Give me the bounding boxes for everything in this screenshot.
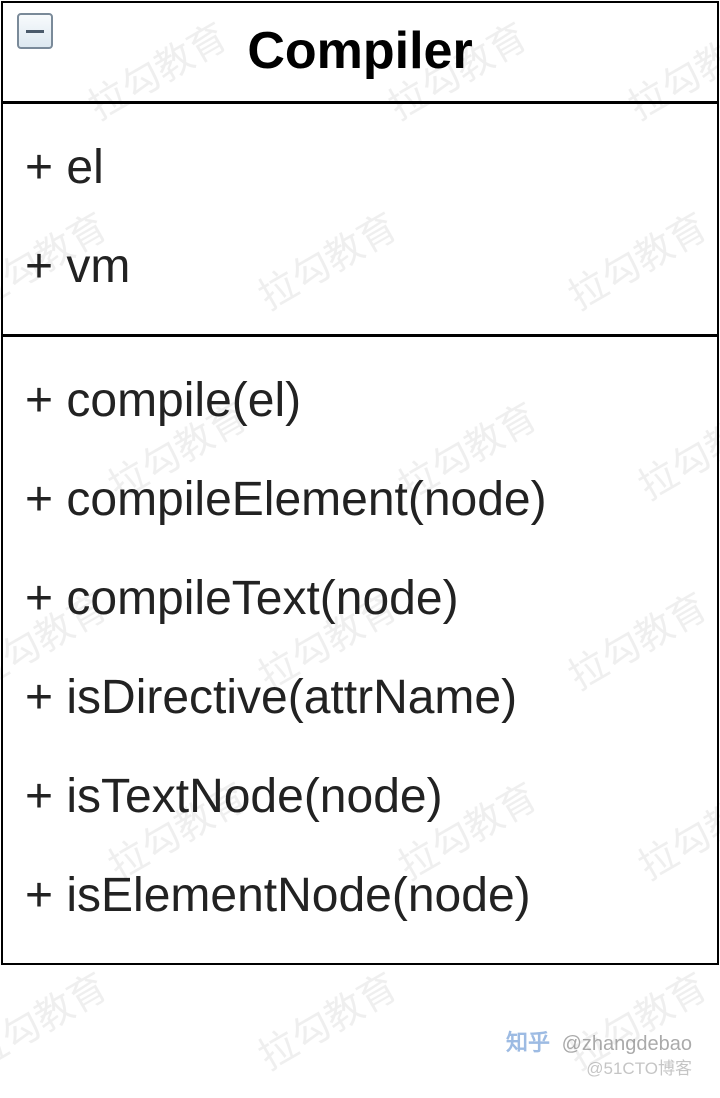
method-item: + isDirective(attrName) [25,648,695,747]
collapse-icon[interactable] [17,13,53,49]
minus-icon [26,30,44,33]
class-name: Compiler [3,21,717,81]
method-item: + compileElement(node) [25,450,695,549]
uml-class-box: Compiler + el + vm + compile(el) + compi… [1,1,719,965]
methods-section: + compile(el) + compileElement(node) + c… [3,337,717,963]
method-item: + isElementNode(node) [25,846,695,945]
attribution-line1: 知乎 @zhangdebao [506,1029,692,1058]
zhihu-logo-icon: 知乎 [506,1029,550,1058]
class-header: Compiler [3,3,717,104]
watermark-text: 拉勾教育 [246,957,405,1081]
property-item: + el [25,118,695,217]
watermark-text: 拉勾教育 [0,957,116,1081]
method-item: + compileText(node) [25,549,695,648]
properties-section: + el + vm [3,104,717,337]
attribution-line2: @51CTO博客 [506,1058,692,1080]
attribution-handle: @zhangdebao [562,1033,692,1055]
method-item: + compile(el) [25,351,695,450]
property-item: + vm [25,217,695,316]
method-item: + isTextNode(node) [25,747,695,846]
attribution-block: 知乎 @zhangdebao @51CTO博客 [506,1029,692,1080]
